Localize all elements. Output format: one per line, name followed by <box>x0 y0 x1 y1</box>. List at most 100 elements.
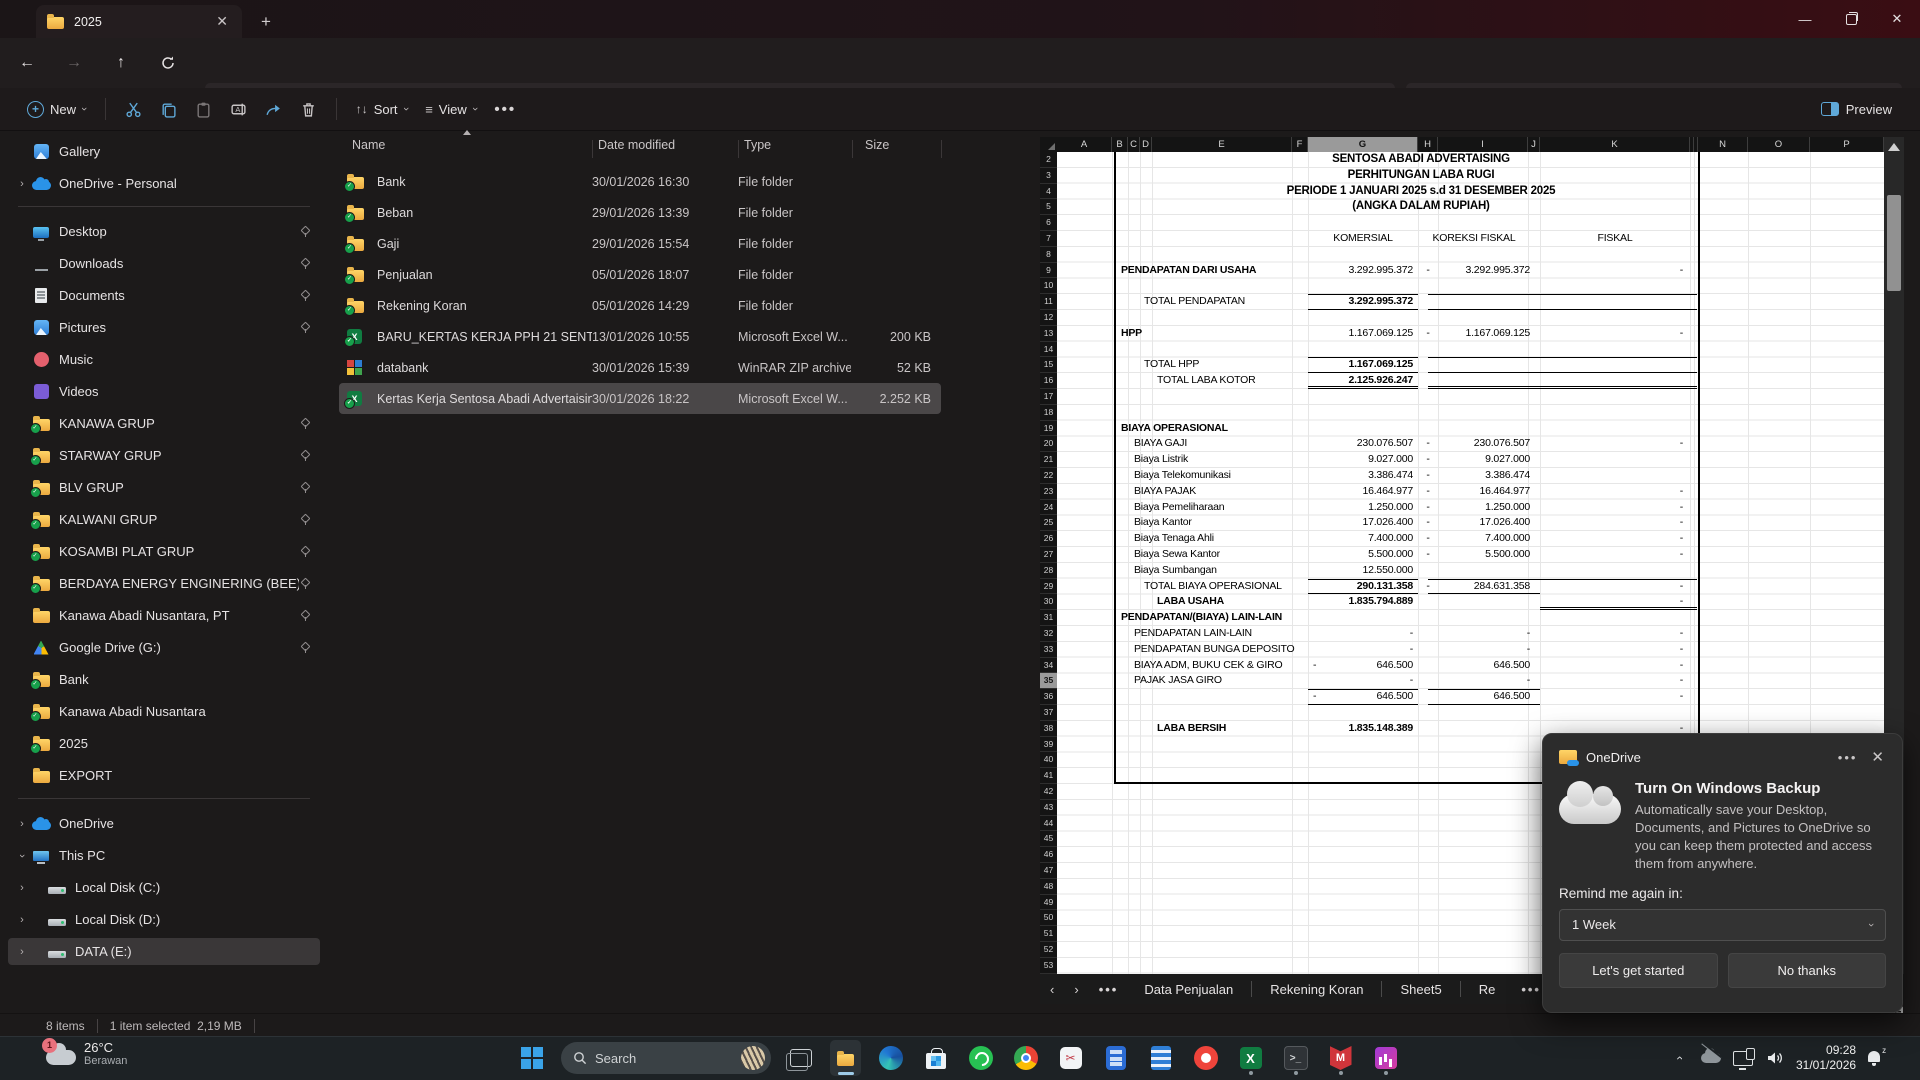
column-resize-handle[interactable] <box>738 140 739 158</box>
remind-interval-dropdown[interactable]: 1 Week › <box>1559 909 1886 941</box>
file-row[interactable]: Rekening Koran05/01/2026 14:29File folde… <box>339 290 941 321</box>
row-header-35[interactable]: 35 <box>1040 673 1057 689</box>
sidebar-item-videos[interactable]: Videos <box>8 378 320 405</box>
forward-button[interactable]: → <box>61 50 87 76</box>
maximize-restore-button[interactable] <box>1828 0 1874 38</box>
file-row[interactable]: Bank30/01/2026 16:30File folder <box>339 166 941 197</box>
column-header-K[interactable]: K <box>1540 137 1690 152</box>
row-header-37[interactable]: 37 <box>1040 705 1057 721</box>
column-header-O[interactable]: O <box>1748 137 1810 152</box>
file-row[interactable]: databank30/01/2026 15:39WinRAR ZIP archi… <box>339 352 941 383</box>
row-header-48[interactable]: 48 <box>1040 879 1057 895</box>
chevron-right-icon[interactable]: › <box>14 914 30 926</box>
chevron-right-icon[interactable]: › <box>14 818 30 830</box>
column-resize-handle[interactable] <box>941 140 942 158</box>
column-header-D[interactable]: D <box>1140 137 1152 152</box>
taskbar-icon-mcafee[interactable]: M <box>1325 1040 1356 1076</box>
taskbar-icon-task-view[interactable] <box>785 1040 816 1076</box>
taskbar-icon-terminal[interactable]: >_ <box>1280 1040 1311 1076</box>
taskbar-icon-calculator[interactable] <box>1100 1040 1131 1076</box>
row-header-24[interactable]: 24 <box>1040 500 1057 516</box>
row-header-32[interactable]: 32 <box>1040 626 1057 642</box>
column-header-size[interactable]: Size <box>857 138 937 160</box>
row-header-29[interactable]: 29 <box>1040 579 1057 595</box>
sidebar-item-kosambi-plat-grup[interactable]: KOSAMBI PLAT GRUP <box>8 538 320 565</box>
sidebar-item-downloads[interactable]: Downloads <box>8 250 320 277</box>
row-header-13[interactable]: 13 <box>1040 326 1057 342</box>
scroll-up-icon[interactable] <box>1888 143 1900 151</box>
copy-button[interactable] <box>151 95 186 124</box>
row-header-38[interactable]: 38 <box>1040 721 1057 737</box>
paste-button[interactable] <box>186 95 221 124</box>
row-header-34[interactable]: 34 <box>1040 658 1057 674</box>
row-header-26[interactable]: 26 <box>1040 531 1057 547</box>
onedrive-disconnected-icon[interactable] <box>1700 1047 1722 1069</box>
sidebar-item-onedrive[interactable]: ›OneDrive <box>8 810 320 837</box>
sidebar-item-desktop[interactable]: Desktop <box>8 218 320 245</box>
row-header-14[interactable]: 14 <box>1040 342 1057 358</box>
row-header-17[interactable]: 17 <box>1040 389 1057 405</box>
sort-button[interactable]: ↑↓ Sort › <box>347 96 417 123</box>
taskbar-icon-chrome[interactable] <box>1010 1040 1041 1076</box>
taskbar-clock[interactable]: 09:28 31/01/2026 <box>1796 1043 1856 1073</box>
row-header-43[interactable]: 43 <box>1040 800 1057 816</box>
column-header-J[interactable]: J <box>1528 137 1540 152</box>
taskbar-icon-red-circle-app[interactable] <box>1190 1040 1221 1076</box>
row-header-12[interactable]: 12 <box>1040 310 1057 326</box>
sheet-tab-sheet5[interactable]: Sheet5 <box>1384 982 1457 997</box>
sheet-tab-data-penjualan[interactable]: Data Penjualan <box>1128 982 1249 997</box>
row-header-15[interactable]: 15 <box>1040 357 1057 373</box>
row-header-40[interactable]: 40 <box>1040 752 1057 768</box>
taskbar-icon-edge[interactable] <box>875 1040 906 1076</box>
sidebar-item-documents[interactable]: Documents <box>8 282 320 309</box>
up-button[interactable]: ↑ <box>108 50 134 76</box>
row-header-8[interactable]: 8 <box>1040 247 1057 263</box>
select-all-corner[interactable] <box>1040 137 1057 152</box>
file-row[interactable]: Kertas Kerja Sentosa Abadi Advertaising … <box>339 383 941 414</box>
sidebar-item-berdaya-energy-enginering-bee-grup[interactable]: BERDAYA ENERGY ENGINERING (BEE) GRUP <box>8 570 320 597</box>
sidebar-item-kalwani-grup[interactable]: KALWANI GRUP <box>8 506 320 533</box>
tab-close-icon[interactable]: ✕ <box>210 13 234 30</box>
taskbar-icon-microsoft-store[interactable] <box>920 1040 951 1076</box>
row-header-36[interactable]: 36 <box>1040 689 1057 705</box>
column-header-type[interactable]: Type <box>744 138 857 160</box>
column-header-date-modified[interactable]: Date modified <box>598 138 744 160</box>
sidebar-item-pictures[interactable]: Pictures <box>8 314 320 341</box>
share-button[interactable] <box>256 95 291 124</box>
taskbar-icon-excel[interactable]: X <box>1235 1040 1266 1076</box>
column-header-N[interactable]: N <box>1698 137 1748 152</box>
taskbar-icon-file-explorer[interactable] <box>830 1040 861 1076</box>
row-header-7[interactable]: 7 <box>1040 231 1057 247</box>
column-resize-handle[interactable] <box>852 140 853 158</box>
column-header-name[interactable]: Name <box>352 138 598 160</box>
weather-widget[interactable]: 1 26°C Berawan <box>46 1040 127 1067</box>
popup-close-icon[interactable]: ✕ <box>1869 748 1886 766</box>
sidebar-item-local-disk-c-[interactable]: ›Local Disk (C:) <box>8 874 320 901</box>
column-header-B[interactable]: B <box>1112 137 1128 152</box>
row-header-2[interactable]: 2 <box>1040 152 1057 168</box>
row-header-19[interactable]: 19 <box>1040 421 1057 437</box>
scrollbar-thumb[interactable] <box>1887 195 1901 291</box>
refresh-button[interactable] <box>155 50 181 76</box>
row-header-41[interactable]: 41 <box>1040 768 1057 784</box>
no-thanks-button[interactable]: No thanks <box>1728 953 1887 988</box>
chevron-down-icon[interactable]: › <box>16 848 28 864</box>
column-header-G[interactable]: G <box>1308 137 1418 152</box>
delete-button[interactable] <box>291 95 326 124</box>
taskbar-icon-striped-doc-app[interactable] <box>1145 1040 1176 1076</box>
row-header-47[interactable]: 47 <box>1040 863 1057 879</box>
chevron-right-icon[interactable]: › <box>14 178 30 190</box>
row-header-22[interactable]: 22 <box>1040 468 1057 484</box>
row-header-21[interactable]: 21 <box>1040 452 1057 468</box>
file-row[interactable]: BARU_KERTAS KERJA PPH 21 SENTOSA A...13/… <box>339 321 941 352</box>
sidebar-item-blv-grup[interactable]: BLV GRUP <box>8 474 320 501</box>
sheet-nav-left-icon[interactable]: ‹ <box>1040 982 1064 997</box>
file-row[interactable]: Gaji29/01/2026 15:54File folder <box>339 228 941 259</box>
column-resize-handle[interactable] <box>592 140 593 158</box>
column-header-C[interactable]: C <box>1128 137 1140 152</box>
sheet-tab-re[interactable]: Re <box>1463 982 1512 997</box>
row-header-5[interactable]: 5 <box>1040 199 1057 215</box>
cut-button[interactable] <box>116 95 151 124</box>
taskbar-icon-snipping-tool[interactable]: ✂ <box>1055 1040 1086 1076</box>
sidebar-item-bank[interactable]: Bank <box>8 666 320 693</box>
